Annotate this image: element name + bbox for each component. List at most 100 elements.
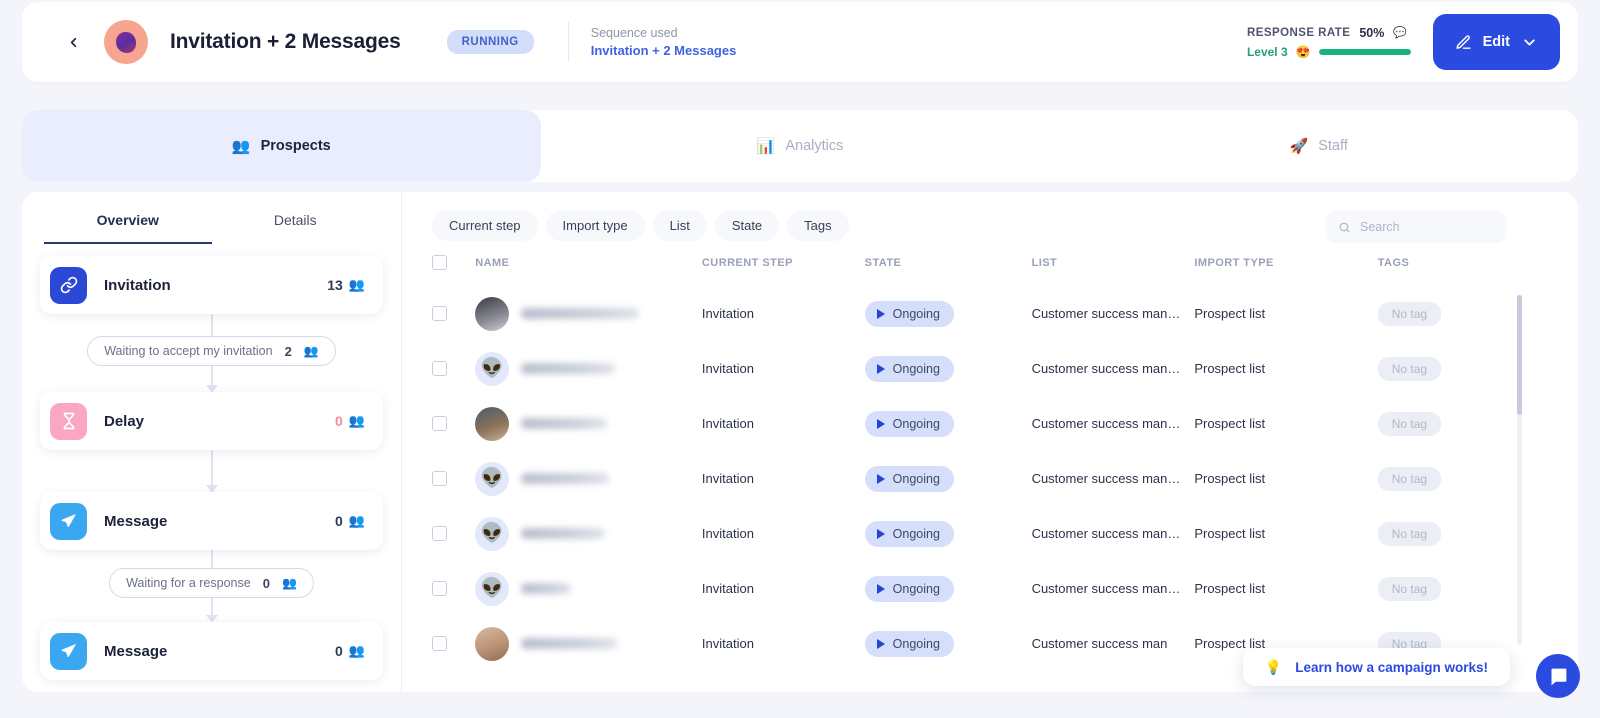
page-title: Invitation + 2 Messages [170, 30, 401, 53]
row-import-type: Prospect list [1194, 471, 1266, 486]
search-input[interactable] [1360, 220, 1494, 234]
avatar: 👽 [475, 351, 510, 386]
prospect-name-redacted [521, 638, 618, 649]
table-row[interactable]: 👽 Invitation Ongoing Customer success ma… [432, 561, 1522, 616]
tab-analytics[interactable]: 📊 Analytics [541, 110, 1060, 182]
row-tags-cell: No tag [1377, 561, 1522, 616]
filter-current-step[interactable]: Current step [432, 210, 538, 241]
table-row[interactable]: 👽 Invitation Ongoing Customer success ma… [432, 506, 1522, 561]
status-badge: Ongoing [864, 520, 954, 547]
row-checkbox[interactable] [432, 361, 447, 376]
avatar: 👽 [475, 571, 510, 606]
chevron-down-icon [1524, 38, 1535, 46]
step-count-value: 0 [335, 513, 343, 529]
avatar: 👽 [475, 516, 510, 551]
status-badge: Ongoing [864, 465, 954, 492]
state-label: Ongoing [892, 306, 940, 321]
row-state-cell: Ongoing [864, 451, 1032, 506]
select-all-cell [432, 255, 475, 286]
row-list: Customer success man… [1031, 416, 1181, 431]
tag-badge[interactable]: No tag [1377, 356, 1442, 381]
column-import-type[interactable]: IMPORT TYPE [1194, 255, 1377, 286]
step-connector [210, 314, 213, 336]
filter-tags[interactable]: Tags [787, 210, 849, 241]
step-connector [210, 598, 213, 622]
search-box[interactable] [1326, 211, 1506, 243]
row-checkbox[interactable] [432, 416, 447, 431]
filter-state[interactable]: State [714, 210, 780, 241]
sequence-used-link[interactable]: Invitation + 2 Messages [591, 42, 737, 61]
row-checkbox[interactable] [432, 526, 447, 541]
row-list: Customer success man… [1031, 526, 1181, 541]
table-row[interactable]: Invitation Ongoing Customer success man…… [432, 286, 1522, 341]
row-state-cell: Ongoing [864, 616, 1032, 671]
status-badge: Ongoing [864, 300, 954, 327]
sequence-sidebar: Overview Details Invitation 13 👥 Waiting… [22, 192, 402, 692]
sequence-used-label: Sequence used [590, 25, 678, 40]
row-checkbox[interactable] [432, 471, 447, 486]
tag-badge[interactable]: No tag [1377, 411, 1442, 436]
state-label: Ongoing [892, 636, 940, 651]
column-name[interactable]: NAME [475, 255, 702, 286]
subtab-details[interactable]: Details [212, 192, 380, 244]
column-list[interactable]: LIST [1032, 255, 1195, 286]
lightbulb-icon: 💡 [1264, 658, 1283, 675]
chat-launcher-button[interactable] [1536, 654, 1580, 698]
back-button[interactable] [56, 25, 90, 59]
avatar [475, 296, 510, 331]
search-icon [1339, 222, 1350, 232]
tab-prospects[interactable]: 👥 Prospects [22, 110, 541, 182]
status-badge: Ongoing [864, 410, 954, 437]
comment-icon[interactable]: 💬 [1393, 26, 1407, 39]
prospect-name-redacted [521, 528, 606, 539]
tag-badge[interactable]: No tag [1377, 521, 1442, 546]
wait-pill-accept-invitation[interactable]: Waiting to accept my invitation 2 👥 [87, 336, 336, 366]
step-card-delay[interactable]: Delay 0 👥 [40, 392, 383, 450]
prospects-pane: Current step Import type List State Tags [402, 192, 1578, 692]
row-checkbox-cell [432, 506, 475, 561]
table-row[interactable]: Invitation Ongoing Customer success man…… [432, 396, 1522, 451]
filter-import-type[interactable]: Import type [545, 210, 645, 241]
subtab-overview[interactable]: Overview [44, 192, 212, 244]
wait-pill-response[interactable]: Waiting for a response 0 👥 [109, 568, 314, 598]
row-name-cell: 👽 [475, 506, 702, 561]
wait-pill-count: 2 [284, 343, 292, 359]
link-icon [50, 266, 87, 304]
tab-staff[interactable]: 🚀 Staff [1059, 110, 1578, 182]
table-row[interactable]: 👽 Invitation Ongoing Customer success ma… [432, 451, 1522, 506]
step-card-message-1[interactable]: Message 0 👥 [40, 492, 383, 550]
filter-list[interactable]: List [652, 210, 707, 241]
tag-badge[interactable]: No tag [1377, 576, 1442, 601]
column-tags[interactable]: TAGS [1378, 255, 1522, 286]
tag-badge[interactable]: No tag [1377, 466, 1442, 491]
step-name: Message [104, 512, 168, 530]
row-checkbox[interactable] [432, 306, 447, 321]
edit-button[interactable]: Edit [1432, 14, 1560, 70]
sequence-steps: Invitation 13 👥 Waiting to accept my inv… [36, 244, 387, 680]
status-badge: Ongoing [864, 575, 954, 602]
chat-bubble-icon [1551, 668, 1566, 685]
column-current-step[interactable]: CURRENT STEP [702, 255, 865, 286]
state-label: Ongoing [892, 416, 940, 431]
step-connector [210, 550, 213, 568]
prospects-table: NAME CURRENT STEP STATE LIST IMPORT TYPE… [432, 255, 1522, 671]
learn-campaign-banner[interactable]: 💡 Learn how a campaign works! [1242, 648, 1510, 686]
step-connector [210, 366, 213, 392]
row-name-cell: 👽 [475, 451, 702, 506]
row-name-cell: 👽 [475, 341, 702, 396]
row-current-step: Invitation [701, 306, 754, 321]
step-card-invitation[interactable]: Invitation 13 👥 [40, 256, 383, 314]
table-scrollbar[interactable] [1517, 295, 1522, 645]
avatar: 👽 [475, 461, 510, 496]
state-label: Ongoing [892, 361, 940, 376]
select-all-checkbox[interactable] [432, 255, 447, 270]
row-tags-cell: No tag [1377, 396, 1522, 451]
row-checkbox[interactable] [432, 636, 447, 651]
tab-prospects-label: Prospects [260, 138, 331, 154]
row-checkbox[interactable] [432, 581, 447, 596]
step-card-message-2[interactable]: Message 0 👥 [40, 622, 383, 680]
tag-badge[interactable]: No tag [1377, 301, 1442, 326]
table-row[interactable]: 👽 Invitation Ongoing Customer success ma… [432, 341, 1522, 396]
prospect-name-redacted [521, 308, 640, 319]
column-state[interactable]: STATE [865, 255, 1032, 286]
